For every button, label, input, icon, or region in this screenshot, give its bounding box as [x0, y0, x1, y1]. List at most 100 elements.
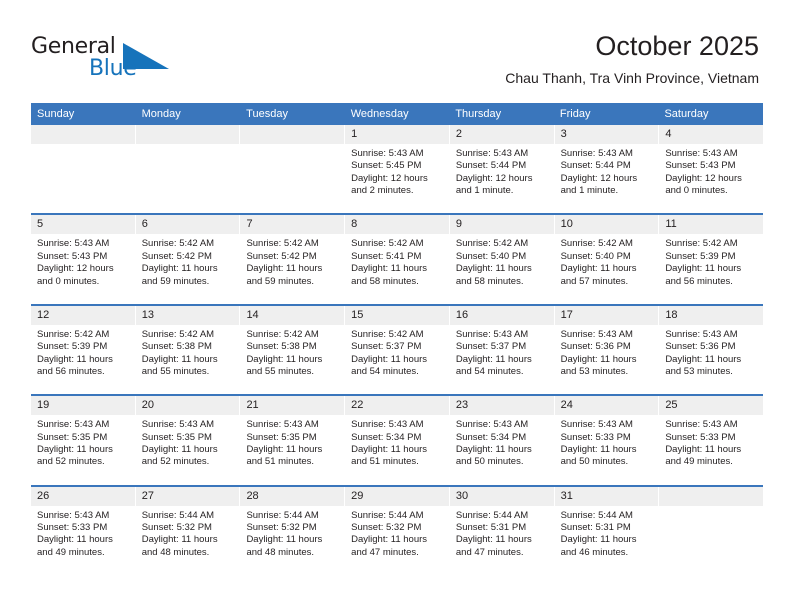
day-sun-info: Sunrise: 5:42 AM Sunset: 5:37 PM Daylight:… [345, 325, 449, 379]
calendar-day-cell-empty [659, 486, 764, 577]
calendar-day-cell[interactable]: 18 Sunrise: 5:43 AM Sunset: 5:36 PM Dayligh… [659, 305, 764, 395]
day-sun-info: Sunrise: 5:42 AM Sunset: 5:40 PM Daylight:… [555, 234, 659, 288]
calendar-week-row: 26 Sunrise: 5:43 AM Sunset: 5:33 PM Dayligh… [31, 486, 764, 577]
day-sun-info: Sunrise: 5:44 AM Sunset: 5:32 PM Daylight:… [345, 506, 449, 560]
calendar-day-cell[interactable]: 20 Sunrise: 5:43 AM Sunset: 5:35 PM Dayligh… [135, 396, 241, 485]
sunset-text: Sunset: 5:33 PM [665, 431, 736, 443]
sunset-text: Sunset: 5:42 PM [141, 250, 212, 262]
calendar-day-cell[interactable]: 14 Sunrise: 5:42 AM Sunset: 5:38 PM Dayligh… [240, 305, 346, 395]
sunset-text: Sunset: 5:31 PM [560, 521, 631, 533]
calendar-day-cell[interactable]: 24 Sunrise: 5:43 AM Sunset: 5:33 PM Dayligh… [554, 396, 660, 485]
sunset-text: Sunset: 5:45 PM [351, 160, 422, 172]
calendar-day-cell[interactable]: 28 Sunrise: 5:44 AM Sunset: 5:32 PM Dayligh… [240, 486, 346, 577]
sunrise-text: Sunrise: 5:44 AM [141, 509, 215, 521]
day-number: 13 [135, 305, 240, 325]
page-subtitle: Chau Thanh, Tra Vinh Province, Vietnam [505, 70, 759, 86]
sunrise-text: Sunrise: 5:43 AM [37, 419, 110, 431]
day-sun-info: Sunrise: 5:43 AM Sunset: 5:33 PM Daylight:… [659, 415, 763, 469]
daylight-text: Daylight: 11 hours and 54 minutes. [351, 353, 428, 377]
daylight-text: Daylight: 11 hours and 56 minutes. [665, 263, 742, 287]
calendar-day-cell[interactable]: 22 Sunrise: 5:43 AM Sunset: 5:34 PM Dayligh… [345, 396, 450, 485]
calendar-day-cell[interactable]: 9 Sunrise: 5:42 AM Sunset: 5:40 PM Daylight… [449, 215, 555, 304]
sunset-text: Sunset: 5:35 PM [37, 431, 108, 443]
calendar-weeks: 1 Sunrise: 5:43 AM Sunset: 5:45 PM Daylight… [31, 125, 764, 577]
sunset-text: Sunset: 5:33 PM [560, 431, 631, 443]
calendar-day-cell[interactable]: 2 Sunrise: 5:43 AM Sunset: 5:44 PM Daylight… [449, 125, 555, 214]
calendar-day-cell[interactable]: 30 Sunrise: 5:44 AM Sunset: 5:31 PM Dayligh… [449, 486, 555, 577]
calendar-day-cell[interactable]: 8 Sunrise: 5:42 AM Sunset: 5:41 PM Daylight… [345, 215, 450, 304]
daylight-text: Daylight: 11 hours and 46 minutes. [560, 534, 637, 558]
day-sun-info: Sunrise: 5:43 AM Sunset: 5:33 PM Daylight:… [31, 506, 135, 560]
sunset-text: Sunset: 5:35 PM [141, 431, 212, 443]
daylight-text: Daylight: 12 hours and 0 minutes. [37, 263, 114, 287]
day-sun-info: Sunrise: 5:42 AM Sunset: 5:40 PM Daylight:… [450, 234, 554, 288]
calendar-day-cell[interactable]: 19 Sunrise: 5:43 AM Sunset: 5:35 PM Dayligh… [31, 396, 136, 485]
day-number [240, 125, 345, 144]
daylight-text: Daylight: 11 hours and 53 minutes. [665, 353, 742, 377]
sunrise-text: Sunrise: 5:43 AM [665, 148, 738, 159]
sunset-text: Sunset: 5:40 PM [455, 250, 527, 262]
day-sun-info: Sunrise: 5:43 AM Sunset: 5:33 PM Daylight:… [555, 415, 659, 469]
page-header: General Blue October 2025 Chau Thanh, Tr… [0, 0, 792, 100]
calendar-day-cell[interactable]: 4 Sunrise: 5:43 AM Sunset: 5:43 PM Daylight… [659, 125, 764, 214]
day-sun-info: Sunrise: 5:42 AM Sunset: 5:42 PM Daylight:… [136, 234, 240, 288]
weekday-header-wednesday: Wednesday [350, 108, 409, 120]
calendar-day-cell[interactable]: 1 Sunrise: 5:43 AM Sunset: 5:45 PM Daylight… [345, 125, 450, 214]
calendar-day-cell[interactable]: 7 Sunrise: 5:42 AM Sunset: 5:42 PM Daylight… [240, 215, 346, 304]
calendar-day-cell[interactable]: 26 Sunrise: 5:43 AM Sunset: 5:33 PM Dayligh… [31, 486, 136, 577]
calendar-day-cell[interactable]: 5 Sunrise: 5:43 AM Sunset: 5:43 PM Daylight… [31, 215, 136, 304]
sunset-text: Sunset: 5:44 PM [455, 160, 527, 172]
day-number [135, 125, 240, 144]
sunset-text: Sunset: 5:39 PM [37, 341, 108, 353]
day-sun-info: Sunrise: 5:43 AM Sunset: 5:37 PM Daylight:… [450, 325, 554, 379]
daylight-text: Daylight: 11 hours and 48 minutes. [141, 534, 218, 558]
weekday-header-sunday: Sunday [37, 108, 75, 120]
calendar-day-cell[interactable]: 6 Sunrise: 5:42 AM Sunset: 5:42 PM Daylight… [135, 215, 241, 304]
daylight-text: Daylight: 11 hours and 56 minutes. [37, 353, 113, 377]
day-sun-info: Sunrise: 5:43 AM Sunset: 5:36 PM Daylight:… [555, 325, 659, 379]
day-sun-info: Sunrise: 5:43 AM Sunset: 5:44 PM Daylight:… [555, 144, 659, 198]
general-blue-logo[interactable]: General Blue [31, 34, 211, 88]
sunrise-text: Sunrise: 5:43 AM [560, 328, 633, 340]
calendar-day-cell[interactable]: 21 Sunrise: 5:43 AM Sunset: 5:35 PM Dayligh… [240, 396, 346, 485]
calendar-day-cell[interactable]: 25 Sunrise: 5:43 AM Sunset: 5:33 PM Dayligh… [659, 396, 764, 485]
sunrise-text: Sunrise: 5:42 AM [141, 328, 215, 340]
calendar-day-cell[interactable]: 31 Sunrise: 5:44 AM Sunset: 5:31 PM Dayligh… [554, 486, 660, 577]
weekday-header-saturday: Saturday [664, 108, 709, 120]
sunset-text: Sunset: 5:38 PM [246, 341, 317, 353]
daylight-text: Daylight: 12 hours and 1 minute. [560, 172, 638, 197]
calendar-week-row: 5 Sunrise: 5:43 AM Sunset: 5:43 PM Daylight… [31, 215, 764, 306]
calendar-day-cell[interactable]: 11 Sunrise: 5:42 AM Sunset: 5:39 PM Dayligh… [659, 215, 764, 304]
day-sun-info: Sunrise: 5:42 AM Sunset: 5:39 PM Daylight:… [31, 325, 135, 379]
calendar-week-row: 19 Sunrise: 5:43 AM Sunset: 5:35 PM Dayligh… [31, 396, 764, 487]
sunset-text: Sunset: 5:36 PM [560, 341, 631, 353]
sunrise-text: Sunrise: 5:44 AM [351, 509, 424, 521]
day-number: 2 [449, 125, 554, 144]
calendar-day-cell[interactable]: 15 Sunrise: 5:42 AM Sunset: 5:37 PM Dayligh… [345, 305, 450, 395]
daylight-text: Daylight: 11 hours and 51 minutes. [351, 443, 428, 468]
calendar-day-cell[interactable]: 16 Sunrise: 5:43 AM Sunset: 5:37 PM Dayligh… [449, 305, 555, 395]
calendar-day-cell[interactable]: 29 Sunrise: 5:44 AM Sunset: 5:32 PM Dayligh… [345, 486, 450, 577]
sunset-text: Sunset: 5:32 PM [141, 521, 212, 533]
day-number: 20 [135, 396, 240, 416]
weekday-header-monday: Monday [141, 108, 181, 120]
calendar-day-cell[interactable]: 12 Sunrise: 5:42 AM Sunset: 5:39 PM Dayligh… [31, 305, 136, 395]
sunset-text: Sunset: 5:39 PM [665, 250, 736, 262]
calendar-day-cell[interactable]: 10 Sunrise: 5:42 AM Sunset: 5:40 PM Dayligh… [554, 215, 660, 304]
daylight-text: Daylight: 12 hours and 1 minute. [455, 172, 533, 197]
day-sun-info: Sunrise: 5:43 AM Sunset: 5:45 PM Daylight:… [345, 144, 449, 198]
calendar-day-cell[interactable]: 3 Sunrise: 5:43 AM Sunset: 5:44 PM Daylight… [554, 125, 660, 214]
sunrise-text: Sunrise: 5:43 AM [665, 328, 738, 340]
calendar-day-cell[interactable]: 27 Sunrise: 5:44 AM Sunset: 5:32 PM Dayligh… [135, 486, 241, 577]
day-number: 17 [554, 305, 659, 325]
calendar-day-cell[interactable]: 13 Sunrise: 5:42 AM Sunset: 5:38 PM Dayligh… [135, 305, 241, 395]
day-number: 5 [31, 215, 135, 235]
daylight-text: Daylight: 11 hours and 58 minutes. [351, 263, 428, 287]
day-sun-info: Sunrise: 5:43 AM Sunset: 5:35 PM Daylight:… [136, 415, 240, 469]
calendar-day-cell[interactable]: 23 Sunrise: 5:43 AM Sunset: 5:34 PM Dayligh… [449, 396, 555, 485]
calendar-page: General Blue October 2025 Chau Thanh, Tr… [0, 0, 792, 612]
sunrise-text: Sunrise: 5:43 AM [37, 509, 110, 521]
calendar-week-row: 1 Sunrise: 5:43 AM Sunset: 5:45 PM Daylight… [31, 125, 764, 216]
calendar-day-cell[interactable]: 17 Sunrise: 5:43 AM Sunset: 5:36 PM Dayligh… [554, 305, 660, 395]
sunrise-text: Sunrise: 5:44 AM [560, 509, 633, 521]
